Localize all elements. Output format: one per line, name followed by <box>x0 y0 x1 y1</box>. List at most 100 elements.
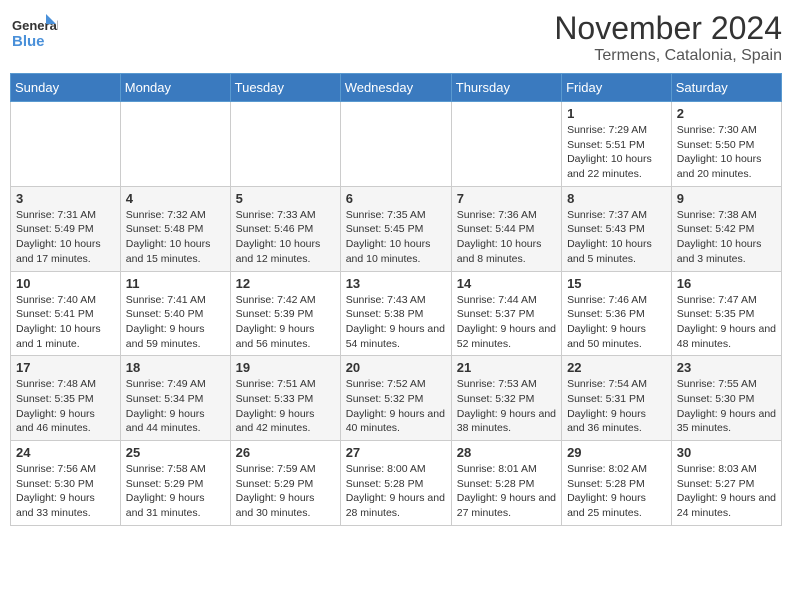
day-cell-28: 28 Sunrise: 8:01 AM Sunset: 5:28 PM Dayli… <box>451 441 561 526</box>
day-number: 20 <box>346 360 446 375</box>
day-info: Sunrise: 7:49 AM Sunset: 5:34 PM Dayligh… <box>126 377 225 436</box>
day-info: Sunrise: 7:33 AM Sunset: 5:46 PM Dayligh… <box>236 208 335 267</box>
day-cell-8: 8Sunrise: 7:37 AM Sunset: 5:43 PM Daylig… <box>562 186 672 271</box>
col-header-saturday: Saturday <box>671 74 781 102</box>
day-info: Sunrise: 7:30 AM Sunset: 5:50 PM Dayligh… <box>677 123 776 182</box>
col-header-friday: Friday <box>562 74 672 102</box>
col-header-monday: Monday <box>120 74 230 102</box>
day-info: Sunrise: 7:36 AM Sunset: 5:44 PM Dayligh… <box>457 208 556 267</box>
day-number: 24 <box>16 445 115 460</box>
day-number: 6 <box>346 191 446 206</box>
week-row-2: 3 Sunrise: 7:31 AM Sunset: 5:49 PM Daylig… <box>11 186 782 271</box>
day-info: Sunrise: 7:56 AM Sunset: 5:30 PM Dayligh… <box>16 462 115 521</box>
header: General Blue November 2024 Termens, Cata… <box>10 10 782 65</box>
day-cell-14: 14Sunrise: 7:44 AM Sunset: 5:37 PM Dayli… <box>451 271 561 356</box>
day-info: Sunrise: 7:55 AM Sunset: 5:30 PM Dayligh… <box>677 377 776 436</box>
day-info: Sunrise: 8:00 AM Sunset: 5:28 PM Dayligh… <box>346 462 446 521</box>
empty-cell <box>120 102 230 187</box>
day-cell-27: 27 Sunrise: 8:00 AM Sunset: 5:28 PM Dayli… <box>340 441 451 526</box>
day-cell-16: 16 Sunrise: 7:47 AM Sunset: 5:35 PM Dayli… <box>671 271 781 356</box>
day-cell-20: 20 Sunrise: 7:52 AM Sunset: 5:32 PM Dayli… <box>340 356 451 441</box>
day-number: 27 <box>346 445 446 460</box>
col-header-wednesday: Wednesday <box>340 74 451 102</box>
day-info: Sunrise: 7:51 AM Sunset: 5:33 PM Dayligh… <box>236 377 335 436</box>
day-number: 10 <box>16 276 115 291</box>
day-number: 29 <box>567 445 666 460</box>
week-row-5: 24 Sunrise: 7:56 AM Sunset: 5:30 PM Dayli… <box>11 441 782 526</box>
day-cell-6: 6 Sunrise: 7:35 AM Sunset: 5:45 PM Daylig… <box>340 186 451 271</box>
day-number: 17 <box>16 360 115 375</box>
day-number: 25 <box>126 445 225 460</box>
location-title: Termens, Catalonia, Spain <box>554 47 782 65</box>
week-row-3: 10 Sunrise: 7:40 AM Sunset: 5:41 PM Dayli… <box>11 271 782 356</box>
logo: General Blue <box>10 10 58 58</box>
month-title: November 2024 <box>554 10 782 47</box>
day-number: 22 <box>567 360 666 375</box>
day-number: 5 <box>236 191 335 206</box>
day-number: 19 <box>236 360 335 375</box>
day-info: Sunrise: 7:31 AM Sunset: 5:49 PM Dayligh… <box>16 208 115 267</box>
day-number: 26 <box>236 445 335 460</box>
day-cell-15: 15Sunrise: 7:46 AM Sunset: 5:36 PM Dayli… <box>562 271 672 356</box>
day-cell-29: 29 Sunrise: 8:02 AM Sunset: 5:28 PM Dayli… <box>562 441 672 526</box>
empty-cell <box>230 102 340 187</box>
day-cell-26: 26 Sunrise: 7:59 AM Sunset: 5:29 PM Dayli… <box>230 441 340 526</box>
day-info: Sunrise: 7:59 AM Sunset: 5:29 PM Dayligh… <box>236 462 335 521</box>
day-info: Sunrise: 8:02 AM Sunset: 5:28 PM Dayligh… <box>567 462 666 521</box>
empty-cell <box>451 102 561 187</box>
week-row-1: 1 Sunrise: 7:29 AM Sunset: 5:51 PM Daylig… <box>11 102 782 187</box>
day-cell-25: 25 Sunrise: 7:58 AM Sunset: 5:29 PM Dayli… <box>120 441 230 526</box>
day-number: 15 <box>567 276 666 291</box>
day-cell-21: 21Sunrise: 7:53 AM Sunset: 5:32 PM Dayli… <box>451 356 561 441</box>
day-number: 18 <box>126 360 225 375</box>
day-cell-30: 30 Sunrise: 8:03 AM Sunset: 5:27 PM Dayli… <box>671 441 781 526</box>
day-info: Sunrise: 7:52 AM Sunset: 5:32 PM Dayligh… <box>346 377 446 436</box>
day-number: 1 <box>567 106 666 121</box>
day-info: Sunrise: 7:43 AM Sunset: 5:38 PM Dayligh… <box>346 293 446 352</box>
day-info: Sunrise: 8:03 AM Sunset: 5:27 PM Dayligh… <box>677 462 776 521</box>
empty-cell <box>11 102 121 187</box>
svg-text:Blue: Blue <box>12 33 45 50</box>
day-info: Sunrise: 7:40 AM Sunset: 5:41 PM Dayligh… <box>16 293 115 352</box>
day-info: Sunrise: 7:41 AM Sunset: 5:40 PM Dayligh… <box>126 293 225 352</box>
day-info: Sunrise: 7:48 AM Sunset: 5:35 PM Dayligh… <box>16 377 115 436</box>
week-row-4: 17 Sunrise: 7:48 AM Sunset: 5:35 PM Dayli… <box>11 356 782 441</box>
empty-cell <box>340 102 451 187</box>
day-info: Sunrise: 7:32 AM Sunset: 5:48 PM Dayligh… <box>126 208 225 267</box>
day-cell-5: 5 Sunrise: 7:33 AM Sunset: 5:46 PM Daylig… <box>230 186 340 271</box>
day-cell-2: 2Sunrise: 7:30 AM Sunset: 5:50 PM Daylig… <box>671 102 781 187</box>
day-cell-4: 4Sunrise: 7:32 AM Sunset: 5:48 PM Daylig… <box>120 186 230 271</box>
day-cell-17: 17 Sunrise: 7:48 AM Sunset: 5:35 PM Dayli… <box>11 356 121 441</box>
day-cell-1: 1 Sunrise: 7:29 AM Sunset: 5:51 PM Daylig… <box>562 102 672 187</box>
col-header-tuesday: Tuesday <box>230 74 340 102</box>
col-header-sunday: Sunday <box>11 74 121 102</box>
day-number: 28 <box>457 445 556 460</box>
day-number: 23 <box>677 360 776 375</box>
day-cell-19: 19 Sunrise: 7:51 AM Sunset: 5:33 PM Dayli… <box>230 356 340 441</box>
day-info: Sunrise: 7:54 AM Sunset: 5:31 PM Dayligh… <box>567 377 666 436</box>
day-info: Sunrise: 7:29 AM Sunset: 5:51 PM Dayligh… <box>567 123 666 182</box>
day-info: Sunrise: 8:01 AM Sunset: 5:28 PM Dayligh… <box>457 462 556 521</box>
day-number: 12 <box>236 276 335 291</box>
day-number: 11 <box>126 276 225 291</box>
day-cell-9: 9 Sunrise: 7:38 AM Sunset: 5:42 PM Daylig… <box>671 186 781 271</box>
day-number: 21 <box>457 360 556 375</box>
day-cell-7: 7Sunrise: 7:36 AM Sunset: 5:44 PM Daylig… <box>451 186 561 271</box>
day-number: 3 <box>16 191 115 206</box>
day-number: 14 <box>457 276 556 291</box>
day-cell-22: 22 Sunrise: 7:54 AM Sunset: 5:31 PM Dayli… <box>562 356 672 441</box>
day-info: Sunrise: 7:58 AM Sunset: 5:29 PM Dayligh… <box>126 462 225 521</box>
header-row: SundayMondayTuesdayWednesdayThursdayFrid… <box>11 74 782 102</box>
day-cell-24: 24 Sunrise: 7:56 AM Sunset: 5:30 PM Dayli… <box>11 441 121 526</box>
day-cell-23: 23 Sunrise: 7:55 AM Sunset: 5:30 PM Dayli… <box>671 356 781 441</box>
day-info: Sunrise: 7:42 AM Sunset: 5:39 PM Dayligh… <box>236 293 335 352</box>
calendar-table: SundayMondayTuesdayWednesdayThursdayFrid… <box>10 73 782 526</box>
day-info: Sunrise: 7:47 AM Sunset: 5:35 PM Dayligh… <box>677 293 776 352</box>
day-info: Sunrise: 7:35 AM Sunset: 5:45 PM Dayligh… <box>346 208 446 267</box>
day-cell-3: 3 Sunrise: 7:31 AM Sunset: 5:49 PM Daylig… <box>11 186 121 271</box>
day-number: 30 <box>677 445 776 460</box>
day-info: Sunrise: 7:38 AM Sunset: 5:42 PM Dayligh… <box>677 208 776 267</box>
day-number: 16 <box>677 276 776 291</box>
day-number: 13 <box>346 276 446 291</box>
day-number: 9 <box>677 191 776 206</box>
